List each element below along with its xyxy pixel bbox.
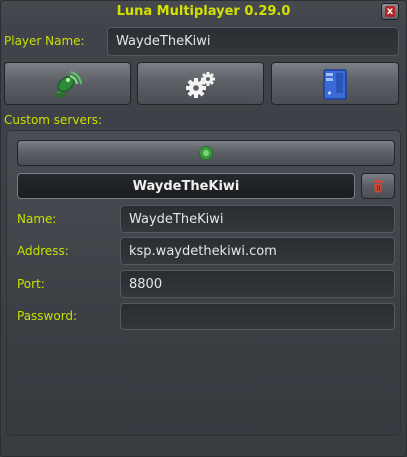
delete-server-button[interactable]: [361, 173, 395, 199]
server-name-input[interactable]: WaydeTheKiwi: [120, 205, 395, 233]
add-server-button[interactable]: [17, 140, 395, 166]
server-password-input[interactable]: [120, 303, 395, 330]
server-port-label: Port:: [17, 277, 45, 291]
close-button[interactable]: x: [381, 3, 399, 20]
server-address-input[interactable]: ksp.waydethekiwi.com: [120, 237, 395, 265]
satellite-dish-icon: [55, 70, 82, 97]
connect-button[interactable]: [4, 62, 131, 105]
gears-icon: [185, 71, 215, 98]
selected-server-button[interactable]: WaydeTheKiwi: [17, 173, 355, 199]
server-name-label: Name:: [17, 212, 57, 226]
custom-servers-label: Custom servers:: [4, 113, 103, 127]
trash-icon: [373, 179, 383, 193]
server-port-input[interactable]: 8800: [120, 270, 395, 298]
server-list-button[interactable]: [271, 62, 399, 105]
settings-button[interactable]: [137, 62, 264, 105]
player-name-label: Player Name:: [4, 34, 85, 48]
add-server-icon: [199, 146, 213, 160]
close-icon: x: [385, 6, 395, 17]
lmp-window: Luna Multiplayer 0.29.0 x Player Name: W…: [0, 0, 407, 457]
server-tower-icon: [323, 68, 347, 100]
server-password-label: Password:: [17, 309, 78, 323]
server-address-label: Address:: [17, 244, 69, 258]
player-name-input[interactable]: WaydeTheKiwi: [107, 27, 399, 56]
window-title: Luna Multiplayer 0.29.0: [116, 4, 291, 19]
